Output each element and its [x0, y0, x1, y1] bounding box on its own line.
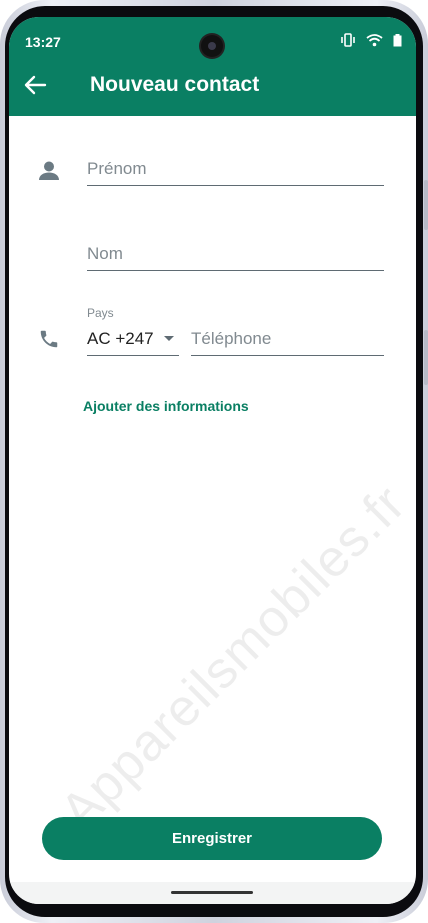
add-more-info-link[interactable]: Ajouter des informations — [83, 398, 249, 414]
save-button[interactable]: Enregistrer — [42, 817, 382, 860]
first-name-input[interactable] — [87, 159, 384, 186]
caret-down-icon — [163, 336, 174, 341]
front-camera — [201, 35, 223, 57]
watermark: Appareilsmobiles.fr — [49, 474, 416, 842]
app-bar: 13:27 Nouveau contact — [9, 17, 416, 116]
status-time: 13:27 — [25, 34, 61, 50]
vibrate-icon — [341, 33, 355, 47]
back-button[interactable] — [23, 74, 49, 98]
person-icon — [39, 161, 59, 180]
page-title: Nouveau contact — [90, 73, 260, 96]
phone-icon — [40, 330, 58, 348]
status-icons — [340, 33, 402, 47]
power-button — [424, 330, 428, 385]
last-name-input[interactable] — [87, 244, 384, 271]
screen: 13:27 Nouveau contact Prénom Nom Pays AC… — [9, 17, 416, 904]
country-label: Pays — [87, 306, 114, 320]
home-handle[interactable] — [171, 891, 253, 894]
country-select[interactable]: AC +247 — [87, 329, 179, 356]
phone-frame: 13:27 Nouveau contact Prénom Nom Pays AC… — [0, 0, 428, 923]
back-arrow-icon — [24, 75, 47, 95]
wifi-icon — [366, 34, 383, 47]
phone-input[interactable] — [191, 329, 384, 356]
country-value: AC +247 — [87, 329, 154, 348]
navigation-bar — [9, 882, 416, 904]
volume-button — [424, 180, 428, 230]
battery-icon — [393, 33, 402, 46]
